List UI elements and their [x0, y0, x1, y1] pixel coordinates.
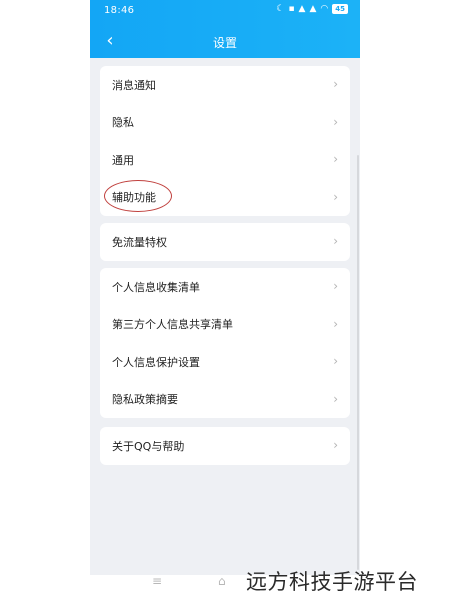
- top-bar: 18:46 ☾ ▪ ▲ ▲ ◠ 45 ‹ 设置: [90, 0, 360, 58]
- hd-icon: ▪: [288, 4, 295, 14]
- settings-group-about: 关于QQ与帮助 ›: [100, 427, 350, 465]
- settings-group-main: 消息通知 › 隐私 › 通用 › 辅助功能 ›: [100, 66, 350, 216]
- chevron-right-icon: ›: [333, 77, 338, 91]
- settings-list: 消息通知 › 隐私 › 通用 › 辅助功能 › 免流量特权 › 个人信息收集清单…: [90, 58, 360, 575]
- battery-icon: 45: [332, 4, 348, 14]
- settings-item-label: 隐私政策摘要: [112, 393, 178, 407]
- chevron-right-icon: ›: [333, 189, 338, 204]
- scrollbar[interactable]: [357, 155, 359, 570]
- signal-icon: ▲: [298, 4, 306, 14]
- home-icon[interactable]: ⌂: [218, 574, 226, 588]
- settings-item-label: 关于QQ与帮助: [112, 439, 185, 453]
- chevron-right-icon: ›: [333, 234, 338, 248]
- nav-bar: ‹ 设置: [90, 26, 360, 56]
- chevron-right-icon: ›: [333, 391, 338, 406]
- settings-item-about-qq[interactable]: 关于QQ与帮助 ›: [100, 427, 350, 465]
- settings-item-label: 辅助功能: [112, 191, 156, 205]
- wifi-icon: ◠: [320, 4, 329, 14]
- settings-item-info-protection[interactable]: 个人信息保护设置 ›: [100, 343, 350, 381]
- settings-group-data-free: 免流量特权 ›: [100, 223, 350, 261]
- settings-item-privacy-summary[interactable]: 隐私政策摘要 ›: [100, 381, 350, 419]
- settings-item-label: 消息通知: [112, 78, 156, 92]
- settings-item-data-free[interactable]: 免流量特权 ›: [100, 223, 350, 261]
- settings-item-general[interactable]: 通用 ›: [100, 141, 350, 179]
- status-time: 18:46: [104, 5, 135, 16]
- settings-item-privacy[interactable]: 隐私 ›: [100, 104, 350, 142]
- chevron-right-icon: ›: [333, 279, 338, 293]
- chevron-right-icon: ›: [333, 114, 338, 129]
- menu-icon[interactable]: ≡: [152, 574, 162, 588]
- chevron-right-icon: ›: [333, 438, 338, 452]
- settings-item-label: 通用: [112, 153, 134, 167]
- settings-item-label: 第三方个人信息共享清单: [112, 318, 233, 332]
- signal-icon: ▲: [309, 4, 317, 14]
- settings-item-label: 隐私: [112, 116, 134, 130]
- settings-item-label: 个人信息保护设置: [112, 355, 200, 369]
- chevron-right-icon: ›: [333, 152, 338, 166]
- chevron-right-icon: ›: [333, 354, 338, 368]
- status-bar: 18:46 ☾ ▪ ▲ ▲ ◠ 45: [90, 0, 360, 22]
- settings-item-label: 免流量特权: [112, 235, 167, 249]
- settings-item-accessibility[interactable]: 辅助功能 ›: [100, 179, 350, 217]
- phone-screen: 18:46 ☾ ▪ ▲ ▲ ◠ 45 ‹ 设置 消息通知 › 隐私 › 通用 ›…: [90, 0, 360, 575]
- moon-icon: ☾: [276, 4, 285, 14]
- settings-group-personal-info: 个人信息收集清单 › 第三方个人信息共享清单 › 个人信息保护设置 › 隐私政策…: [100, 268, 350, 418]
- watermark-text: 远方科技手游平台: [246, 570, 418, 594]
- settings-item-label: 个人信息收集清单: [112, 280, 200, 294]
- settings-item-third-party-sharing[interactable]: 第三方个人信息共享清单 ›: [100, 306, 350, 344]
- status-icons: ☾ ▪ ▲ ▲ ◠ 45: [276, 4, 348, 14]
- page-title: 设置: [212, 36, 237, 50]
- settings-item-notifications[interactable]: 消息通知 ›: [100, 66, 350, 104]
- chevron-right-icon: ›: [333, 316, 338, 331]
- settings-item-info-collection[interactable]: 个人信息收集清单 ›: [100, 268, 350, 306]
